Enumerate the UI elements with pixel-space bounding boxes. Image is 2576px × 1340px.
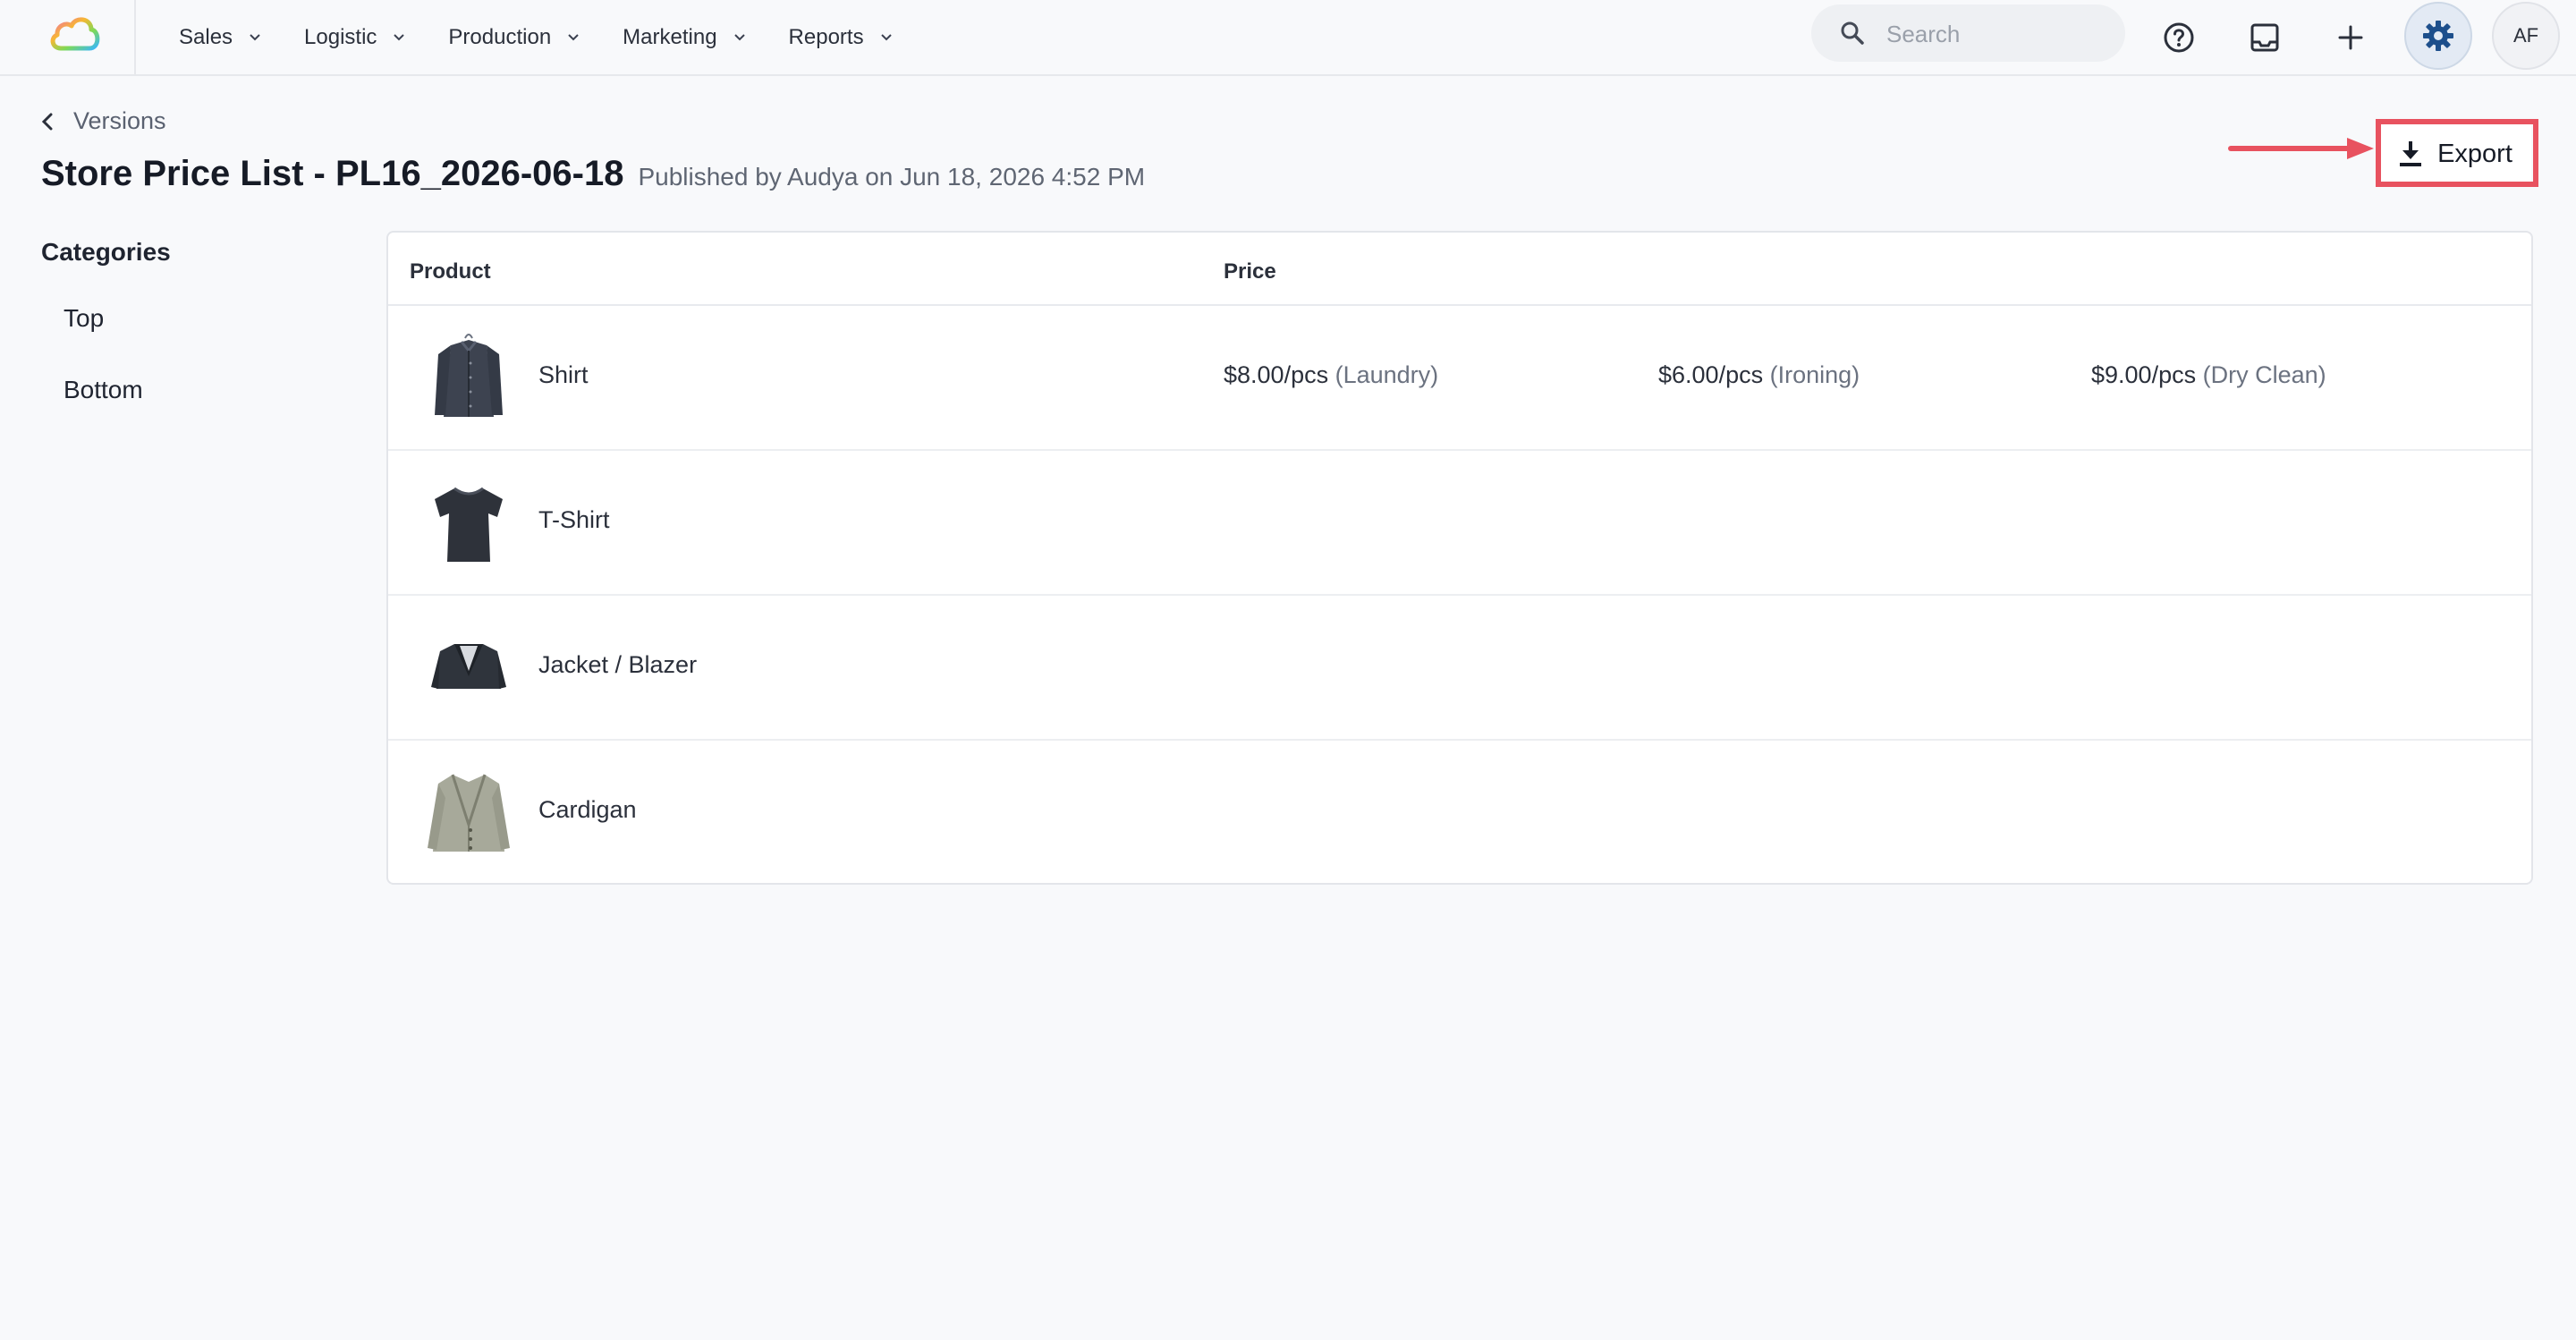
nav-label: Sales bbox=[179, 25, 233, 49]
nav-label: Production bbox=[448, 25, 552, 49]
table-row[interactable]: Cardigan bbox=[388, 741, 2531, 886]
nav-production[interactable]: Production bbox=[448, 25, 580, 50]
avatar[interactable]: AF bbox=[2492, 2, 2560, 70]
price-table: Product Price Shirt $8.00/pcs (Laundry) … bbox=[386, 231, 2533, 885]
inbox-icon bbox=[2250, 23, 2279, 52]
top-navbar: Sales Logistic Production Marketing Repo… bbox=[0, 0, 2576, 76]
main-nav: Sales Logistic Production Marketing Repo… bbox=[179, 0, 936, 75]
help-button[interactable] bbox=[2152, 11, 2206, 64]
product-name: Cardigan bbox=[538, 796, 637, 823]
nav-label: Logistic bbox=[304, 25, 377, 49]
category-bottom[interactable]: Bottom bbox=[64, 376, 143, 404]
product-name: Jacket / Blazer bbox=[538, 651, 698, 678]
back-label: Versions bbox=[73, 107, 166, 134]
price-service: (Ironing) bbox=[1769, 361, 1860, 388]
price-laundry: $8.00/pcs (Laundry) bbox=[1224, 361, 1438, 389]
price-service: (Laundry) bbox=[1335, 361, 1439, 388]
page-title: Store Price List - PL16_2026-06-18 bbox=[41, 154, 624, 193]
chevron-down-icon bbox=[568, 34, 579, 41]
price-service: (Dry Clean) bbox=[2202, 361, 2326, 388]
search-input[interactable] bbox=[1885, 13, 2112, 55]
chevron-left-icon bbox=[41, 113, 53, 130]
price-amount: $9.00/pcs bbox=[2091, 361, 2197, 388]
download-icon bbox=[2400, 141, 2422, 166]
logo[interactable] bbox=[0, 0, 136, 75]
settings-button[interactable] bbox=[2404, 2, 2472, 70]
price-dry-clean: $9.00/pcs (Dry Clean) bbox=[2091, 361, 2326, 389]
search-box bbox=[1811, 4, 2125, 62]
price-amount: $8.00/pcs bbox=[1224, 361, 1329, 388]
table-row[interactable]: Shirt $8.00/pcs (Laundry) $6.00/pcs (Iro… bbox=[388, 306, 2531, 451]
nav-logistic[interactable]: Logistic bbox=[304, 25, 405, 50]
back-to-versions-link[interactable]: Versions bbox=[41, 107, 166, 135]
jacket-image bbox=[431, 644, 506, 689]
annotation-arrow bbox=[2228, 138, 2374, 159]
export-button[interactable]: Export bbox=[2379, 122, 2531, 186]
categories-heading: Categories bbox=[41, 238, 171, 266]
cloud-logo-icon bbox=[50, 17, 100, 51]
chevron-down-icon bbox=[733, 34, 745, 41]
nav-reports[interactable]: Reports bbox=[789, 25, 893, 50]
product-name: Shirt bbox=[538, 361, 589, 388]
column-header-product: Product bbox=[410, 259, 491, 284]
page-header: Store Price List - PL16_2026-06-18 Publi… bbox=[41, 154, 1145, 194]
export-label: Export bbox=[2437, 139, 2512, 168]
tshirt-image bbox=[435, 487, 503, 562]
product-name: T-Shirt bbox=[538, 506, 610, 533]
nav-marketing[interactable]: Marketing bbox=[623, 25, 745, 50]
table-row[interactable]: Jacket / Blazer bbox=[388, 596, 2531, 741]
search-icon bbox=[1841, 21, 1864, 45]
table-row[interactable]: T-Shirt bbox=[388, 451, 2531, 596]
nav-sales[interactable]: Sales bbox=[179, 25, 261, 50]
nav-label: Reports bbox=[788, 25, 864, 49]
gear-icon bbox=[2423, 21, 2453, 51]
published-info: Published by Audya on Jun 18, 2026 4:52 … bbox=[638, 163, 1146, 191]
chevron-down-icon bbox=[394, 34, 405, 41]
chevron-down-icon bbox=[880, 34, 892, 41]
shirt-image bbox=[435, 334, 503, 417]
nav-label: Marketing bbox=[623, 25, 717, 49]
cardigan-image bbox=[428, 774, 510, 852]
chevron-down-icon bbox=[250, 34, 260, 41]
add-button[interactable] bbox=[2324, 11, 2377, 64]
plus-icon bbox=[2338, 25, 2363, 50]
price-ironing: $6.00/pcs (Ironing) bbox=[1658, 361, 1860, 389]
category-top[interactable]: Top bbox=[64, 304, 104, 333]
price-amount: $6.00/pcs bbox=[1658, 361, 1764, 388]
inbox-button[interactable] bbox=[2238, 11, 2292, 64]
column-header-price: Price bbox=[1224, 259, 1276, 284]
help-icon bbox=[2164, 22, 2194, 53]
